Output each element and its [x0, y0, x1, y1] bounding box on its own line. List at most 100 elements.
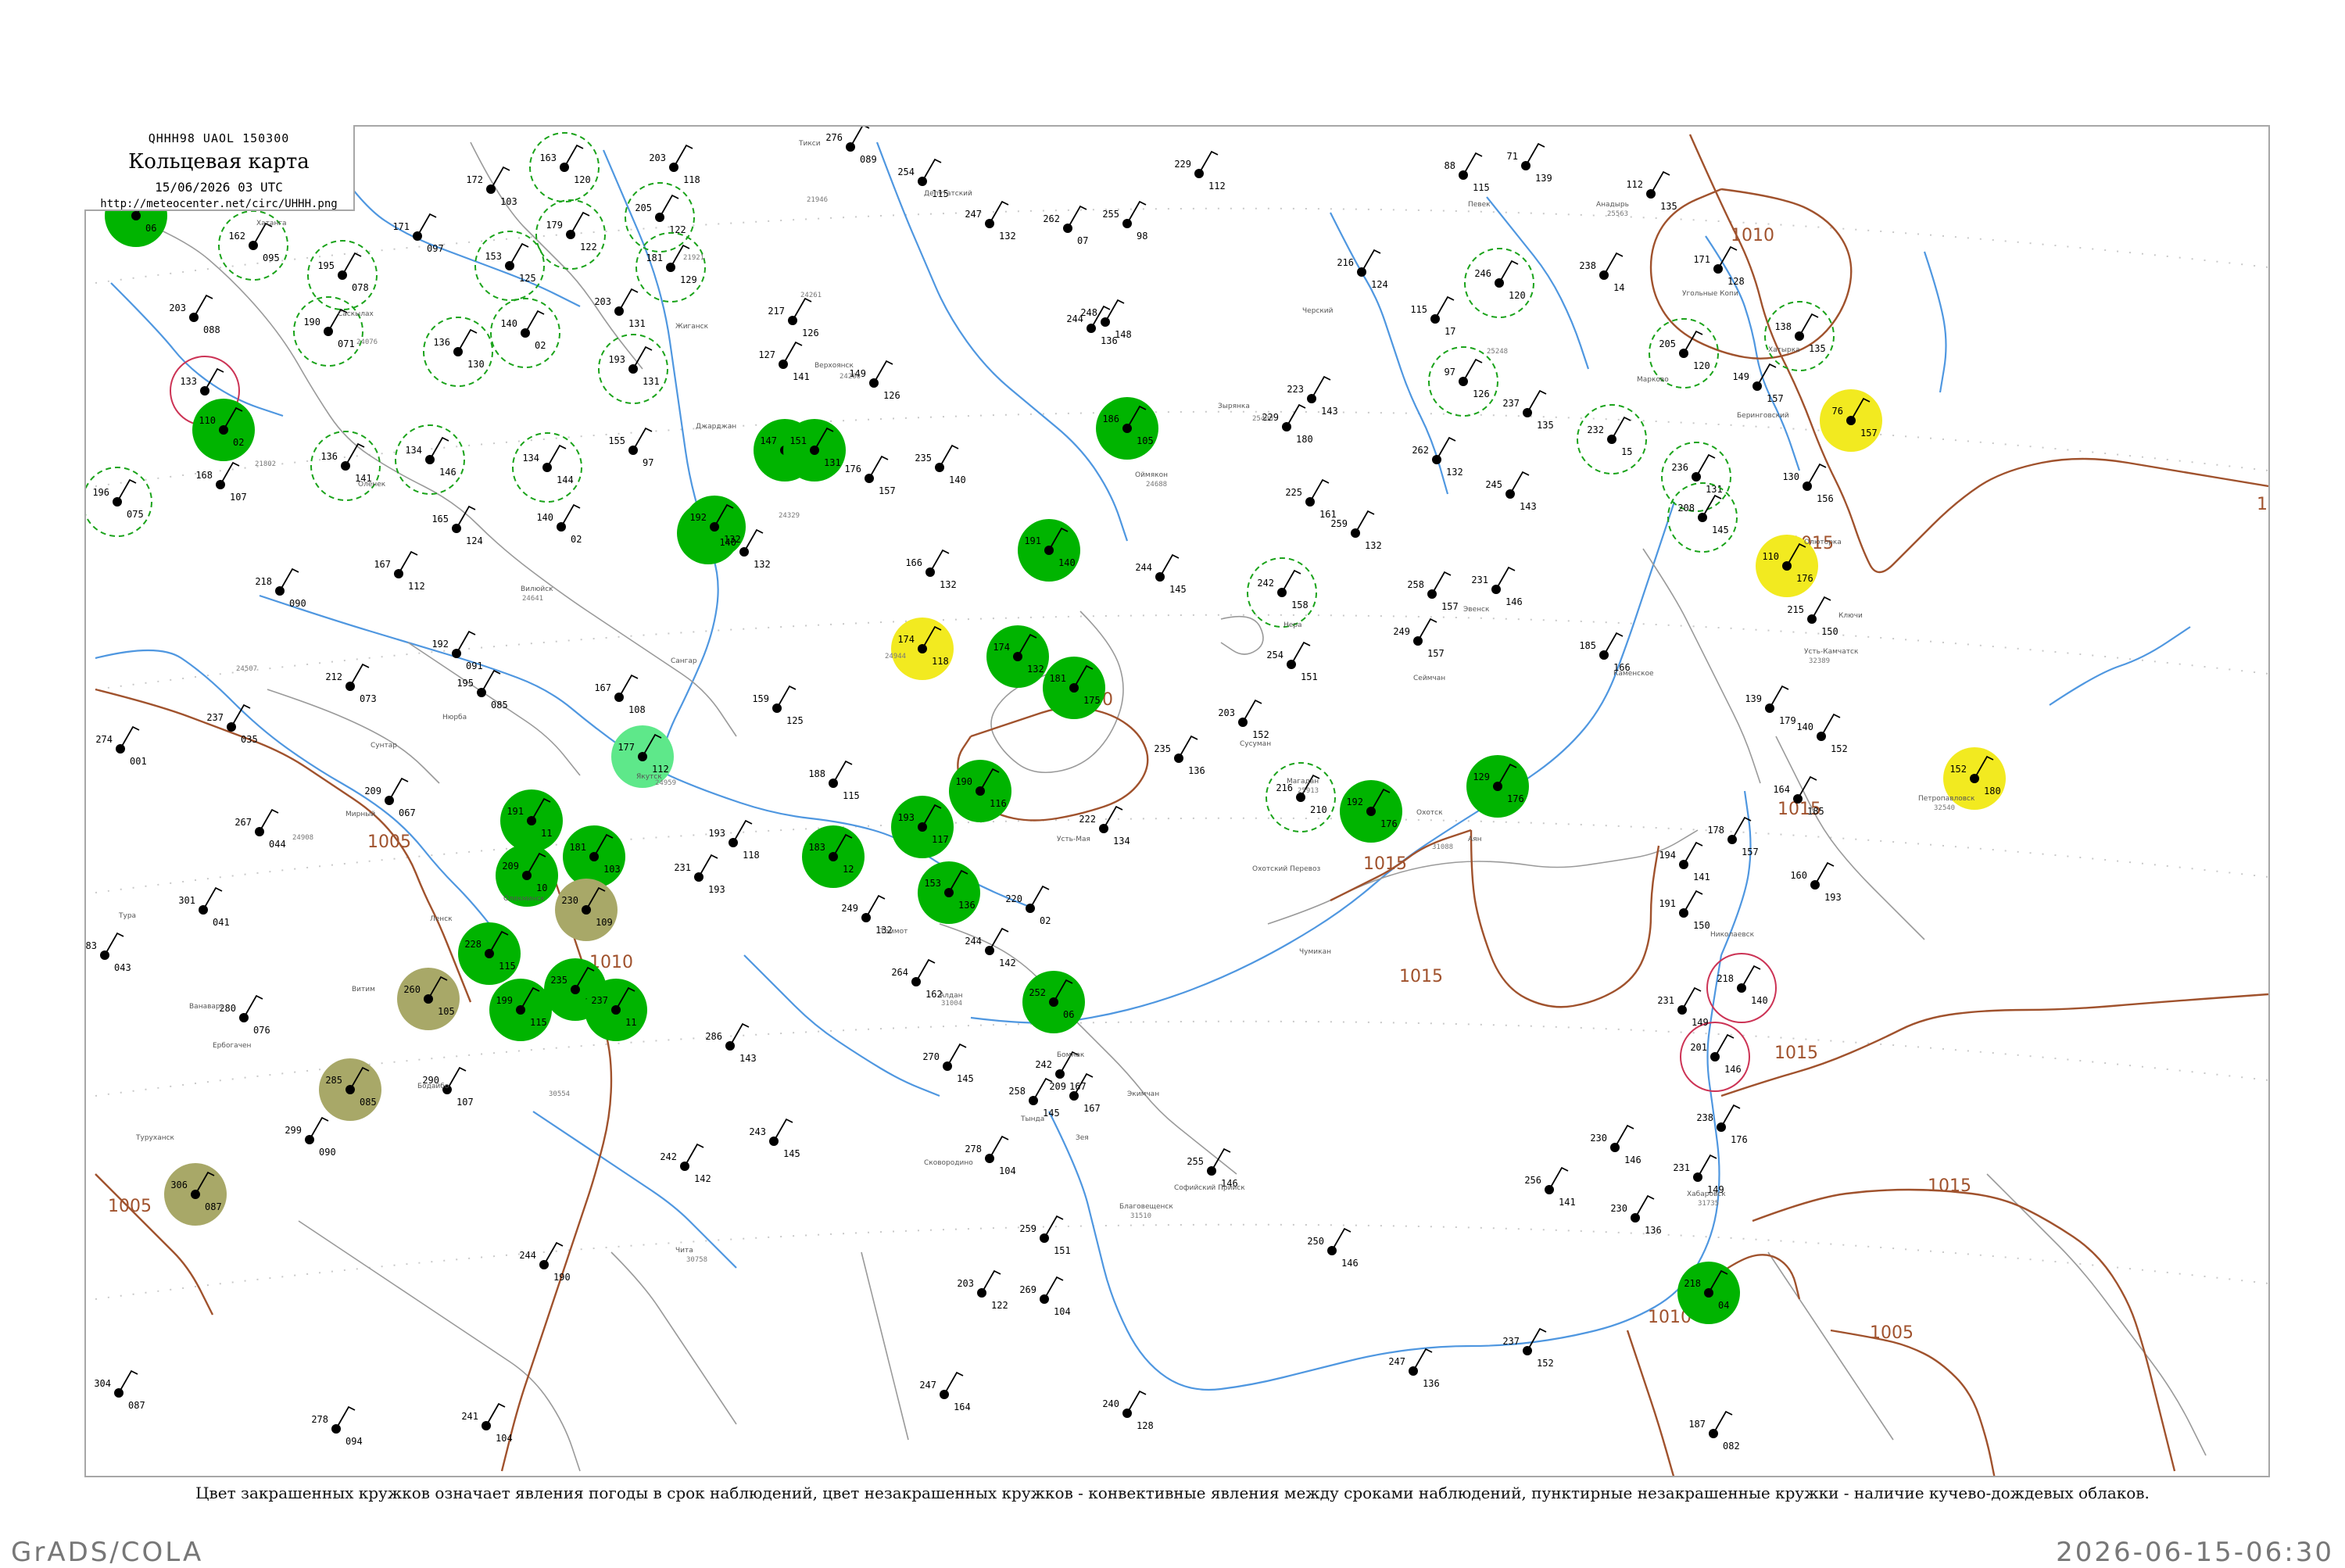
station-temperature: 218 — [1684, 1278, 1701, 1289]
station-temperature: 164 — [1773, 784, 1790, 795]
station-value: 136 — [1188, 765, 1205, 776]
station-name: Алдан — [940, 992, 963, 1000]
station-temperature: 232 — [1587, 424, 1604, 435]
station-temperature: 201 — [1690, 1042, 1707, 1053]
station-value: 126 — [1473, 388, 1490, 399]
legend-footnote: Цвет закрашенных кружков означает явлени… — [195, 1484, 2150, 1502]
station-value: 151 — [1054, 1245, 1071, 1256]
station-name: Благовещенск — [1119, 1203, 1173, 1211]
station-97: 238 176 — [1696, 1104, 1748, 1145]
station-157: 188 115 — [808, 760, 860, 801]
station-value: 146 — [1505, 596, 1523, 607]
station-99: 256 141 — [1524, 1166, 1576, 1208]
station-value: 131 — [628, 318, 646, 329]
station-temperature: 195 — [317, 260, 335, 271]
station-27: 230 109 — [555, 879, 618, 941]
source-url[interactable]: http://meteocenter.net/circ/UHHH.png — [84, 198, 353, 210]
station-temperature: 140 — [500, 318, 517, 329]
station-31: 237 11 — [585, 979, 647, 1041]
station-name: Черский — [1302, 307, 1334, 315]
station-value: 156 — [1817, 493, 1834, 504]
station-temperature: 248 — [1080, 307, 1097, 318]
station-value: 085 — [491, 700, 508, 711]
station-temperature: 235 — [1154, 743, 1171, 754]
station-value: 132 — [1446, 467, 1463, 478]
station-value: 142 — [999, 958, 1016, 968]
station-value: 132 — [940, 579, 957, 590]
station-value: 190 — [553, 1272, 571, 1283]
station-value: 071 — [338, 338, 355, 349]
station-value: 141 — [793, 371, 810, 382]
station-temperature: 222 — [1079, 814, 1096, 825]
station-value: 122 — [991, 1300, 1008, 1311]
station-index: 24641 — [522, 595, 543, 603]
station-index: 30554 — [549, 1090, 570, 1098]
station-114: 240 128 — [1102, 1390, 1154, 1431]
station-122: 278 094 — [311, 1405, 363, 1447]
station-temperature: 269 — [1019, 1284, 1036, 1295]
station-temperature: 160 — [1790, 870, 1807, 881]
coastline — [1220, 615, 1264, 655]
station-value: 145 — [957, 1073, 974, 1084]
station-temperature: 151 — [789, 435, 807, 446]
isobar-label: 1005 — [1870, 1323, 1914, 1343]
station-temperature: 190 — [955, 776, 972, 787]
station-value: 17 — [1445, 326, 1455, 337]
station-value: 157 — [1427, 648, 1445, 659]
station-temperature: 177 — [618, 742, 635, 753]
station-value: 073 — [360, 693, 377, 704]
station-42: 183 12 — [802, 825, 865, 888]
station-temperature: 218 — [255, 576, 272, 587]
station-15: 134 144 — [512, 432, 582, 503]
station-temperature: 193 — [897, 812, 915, 823]
station-temperature: 140 — [719, 537, 736, 548]
station-index: 25913 — [1298, 787, 1319, 795]
station-value: 130 — [467, 359, 485, 370]
station-temperature: 194 — [1659, 850, 1676, 861]
map-datetime: 15/06/2026 03 UTC — [155, 180, 283, 195]
station-name: Зея — [1076, 1134, 1089, 1142]
station-temperature: 216 — [1337, 257, 1354, 268]
station-temperature: 220 — [1005, 893, 1022, 904]
station-39: 181 175 — [1043, 657, 1105, 719]
station-37: 191 140 — [1018, 519, 1080, 582]
station-name: Нюрба — [442, 714, 467, 721]
station-86: 149 157 — [1732, 363, 1784, 404]
station-4: 110 02 — [192, 399, 255, 461]
station-88: 215 150 — [1787, 596, 1838, 637]
station-123: 241 104 — [461, 1402, 513, 1444]
station-name: Софийский Прииск — [1174, 1184, 1245, 1192]
station-9: 134 146 — [395, 424, 465, 495]
coastline — [610, 1251, 737, 1425]
station-29: 199 115 — [489, 979, 552, 1041]
station-value: 145 — [1169, 584, 1187, 595]
station-name: Сусуман — [1240, 740, 1271, 748]
station-value: 12 — [843, 864, 854, 875]
station-value: 122 — [580, 242, 597, 252]
station-104: 220 02 — [1005, 885, 1051, 926]
station-value: 117 — [932, 834, 949, 845]
station-temperature: 258 — [1008, 1086, 1026, 1097]
station-value: 104 — [999, 1165, 1016, 1176]
station-name: Тында — [1020, 1115, 1044, 1123]
station-temperature: 171 — [1693, 254, 1710, 265]
station-temperature: 88 — [1445, 160, 1455, 171]
river — [110, 282, 284, 417]
station-147: 203 088 — [169, 294, 220, 335]
station-78: 225161 — [1285, 478, 1337, 520]
station-name: Оймякон — [1135, 471, 1168, 479]
river — [1048, 954, 1723, 1391]
station-temperature: 244 — [519, 1250, 536, 1261]
station-value: 193 — [1824, 892, 1842, 903]
station-40: 190 116 — [949, 760, 1011, 822]
station-139: 235 140 — [915, 444, 966, 485]
station-temperature: 237 — [1502, 398, 1520, 409]
station-temperature: 179 — [546, 220, 563, 231]
station-value: 141 — [1559, 1197, 1576, 1208]
station-name: Мирный — [345, 811, 375, 818]
station-143: 203 131 — [594, 288, 646, 329]
station-value: 090 — [319, 1147, 336, 1158]
isobar-line — [1649, 188, 1853, 360]
station-50: 97 126 — [1428, 346, 1498, 417]
station-name: Ванавара — [189, 1003, 224, 1011]
